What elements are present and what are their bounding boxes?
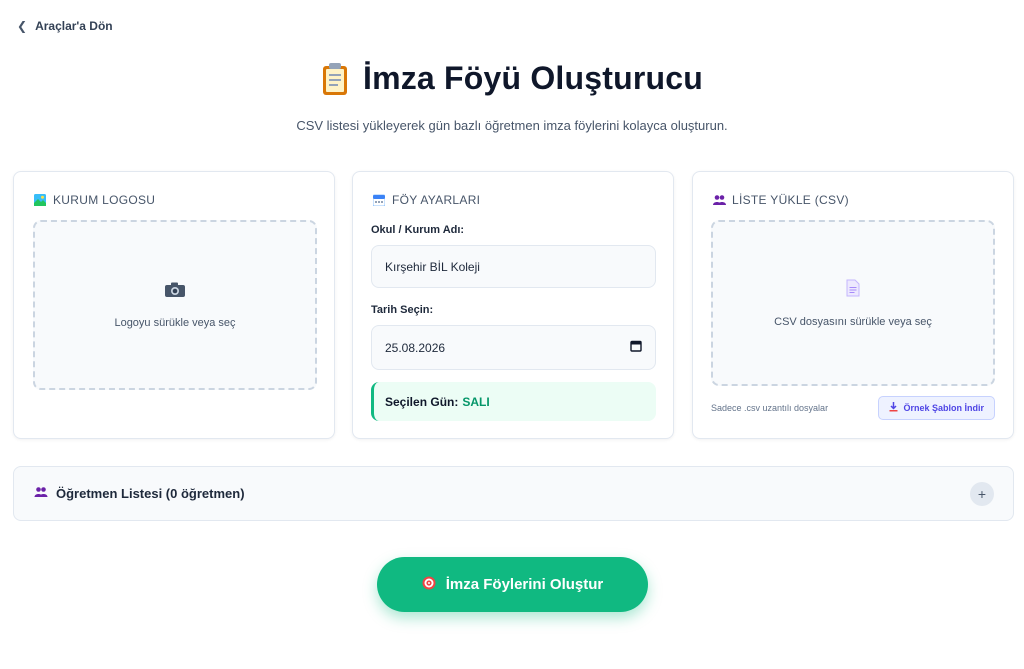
settings-card-header: FÖY AYARLARI [372,193,481,207]
page-title: İmza Föyü Oluşturucu [0,60,1024,97]
csv-dropzone-text: CSV dosyasını sürükle veya seç [774,315,932,328]
selected-day-value: SALI [462,394,490,409]
people-icon [713,194,726,206]
selected-day-box: Seçilen Gün: SALI [371,382,656,421]
camera-icon [164,282,186,303]
page-title-text: İmza Föyü Oluşturucu [362,60,704,96]
download-template-button[interactable]: Örnek Şablon İndir [878,396,995,420]
logo-card-header: KURUM LOGOSU [34,193,155,207]
school-name-label: Okul / Kurum Adı: [371,224,465,236]
back-link-label: Araçlar'a Dön [35,19,113,33]
logo-dropzone[interactable]: Logoyu sürükle veya seç [33,220,317,390]
date-input[interactable]: 25.08.2026 [371,325,656,370]
csv-card-title: LİSTE YÜKLE (CSV) [732,193,849,207]
create-signature-sheets-button[interactable]: İmza Föylerini Oluştur [377,557,648,612]
csv-dropzone[interactable]: CSV dosyasını sürükle veya seç [711,220,995,386]
settings-card-title: FÖY AYARLARI [392,193,481,207]
expand-button[interactable]: + [970,481,994,506]
csv-card-header: LİSTE YÜKLE (CSV) [713,193,849,207]
date-label: Tarih Seçin: [371,304,434,316]
back-link[interactable]: ❮ Araçlar'a Dön [17,19,113,33]
teacher-list-panel[interactable]: Öğretmen Listesi (0 öğretmen) + [13,466,1014,521]
teacher-list-title: Öğretmen Listesi (0 öğretmen) [56,486,245,501]
create-button-label: İmza Föylerini Oluştur [445,576,604,593]
plus-icon: + [977,485,987,502]
download-icon [889,402,898,414]
calendar-icon [372,194,386,207]
date-value: 25.08.2026 [385,340,446,355]
selected-day-label: Seçilen Gün: [385,394,459,409]
csv-footer: Sadece .csv uzantılı dosyalar Örnek Şabl… [711,396,995,420]
chevron-left-icon: ❮ [17,19,28,33]
csv-card: LİSTE YÜKLE (CSV) CSV dosyasını sürükle … [692,171,1014,439]
teacher-list-header: Öğretmen Listesi (0 öğretmen) [34,486,245,501]
target-icon [422,576,436,594]
document-icon [846,279,860,302]
download-template-label: Örnek Şablon İndir [903,403,984,413]
calendar-picker-icon[interactable] [630,340,642,355]
school-name-input[interactable]: Kırşehir BİL Koleji [371,245,656,288]
logo-card: KURUM LOGOSU Logoyu sürükle veya seç [13,171,335,439]
clipboard-icon [321,62,349,96]
picture-icon [34,194,46,206]
people-icon [34,486,48,501]
settings-card: FÖY AYARLARI Okul / Kurum Adı: Kırşehir … [352,171,674,439]
csv-note: Sadece .csv uzantılı dosyalar [711,403,829,413]
logo-dropzone-text: Logoyu sürükle veya seç [114,316,236,329]
school-name-value: Kırşehir BİL Koleji [385,259,480,274]
logo-card-title: KURUM LOGOSU [53,193,156,207]
page-subtitle: CSV listesi yükleyerek gün bazlı öğretme… [296,118,728,133]
